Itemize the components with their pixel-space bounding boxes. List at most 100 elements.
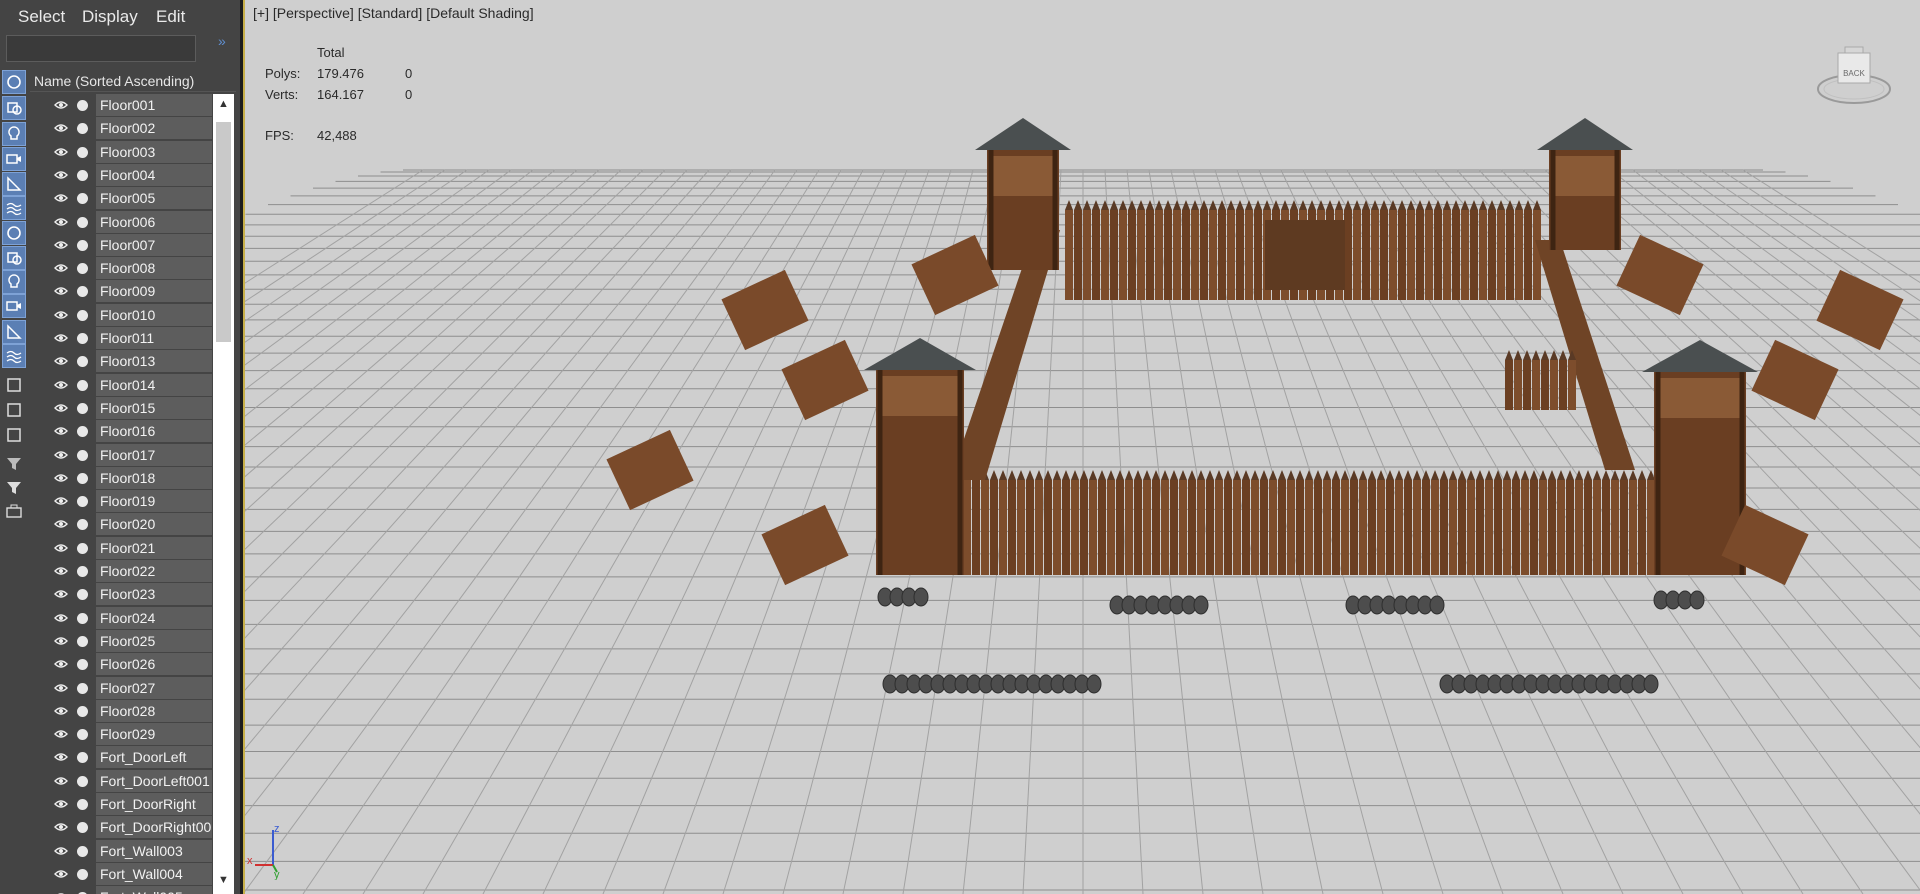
- freeze-toggle-icon[interactable]: [77, 566, 88, 577]
- visibility-eye-icon[interactable]: [54, 822, 68, 832]
- list-item[interactable]: Fort_DoorRight: [30, 793, 212, 816]
- visibility-eye-icon[interactable]: [54, 799, 68, 809]
- freeze-toggle-icon[interactable]: [77, 380, 88, 391]
- freeze-toggle-icon[interactable]: [77, 846, 88, 857]
- freeze-toggle-icon[interactable]: [77, 263, 88, 274]
- list-scrollbar[interactable]: ▲ ▼: [213, 94, 234, 894]
- freeze-toggle-icon[interactable]: [77, 217, 88, 228]
- xrefs-filter-icon[interactable]: [2, 246, 26, 270]
- visibility-eye-icon[interactable]: [54, 217, 68, 227]
- visibility-eye-icon[interactable]: [54, 333, 68, 343]
- visibility-eye-icon[interactable]: [54, 263, 68, 273]
- freeze-toggle-icon[interactable]: [77, 589, 88, 600]
- viewcube[interactable]: BACK: [1815, 45, 1893, 107]
- freeze-toggle-icon[interactable]: [77, 543, 88, 554]
- cameras-filter-icon[interactable]: [2, 147, 26, 171]
- select-all-icon[interactable]: [2, 373, 26, 397]
- freeze-toggle-icon[interactable]: [77, 799, 88, 810]
- visibility-eye-icon[interactable]: [54, 636, 68, 646]
- freeze-toggle-icon[interactable]: [77, 869, 88, 880]
- freeze-toggle-icon[interactable]: [77, 356, 88, 367]
- visibility-eye-icon[interactable]: [54, 846, 68, 856]
- freeze-toggle-icon[interactable]: [77, 613, 88, 624]
- visibility-eye-icon[interactable]: [54, 683, 68, 693]
- visibility-eye-icon[interactable]: [54, 380, 68, 390]
- freeze-toggle-icon[interactable]: [77, 636, 88, 647]
- explorer-search-input[interactable]: [6, 35, 196, 62]
- freeze-toggle-icon[interactable]: [77, 333, 88, 344]
- list-item[interactable]: Floor021: [30, 537, 212, 560]
- visibility-eye-icon[interactable]: [54, 286, 68, 296]
- list-item[interactable]: Floor003: [30, 141, 212, 164]
- list-item[interactable]: Floor005: [30, 187, 212, 210]
- list-item[interactable]: Floor017: [30, 444, 212, 467]
- viewport-plus-menu[interactable]: [+]: [253, 5, 269, 21]
- visibility-eye-icon[interactable]: [54, 356, 68, 366]
- list-item[interactable]: Floor006: [30, 211, 212, 234]
- list-item[interactable]: Floor022: [30, 560, 212, 583]
- list-item[interactable]: Floor026: [30, 653, 212, 676]
- viewport-scene[interactable]: [245, 0, 1920, 894]
- geometry-filter-icon[interactable]: [2, 70, 26, 94]
- lights-filter-icon[interactable]: [2, 122, 26, 146]
- visibility-eye-icon[interactable]: [54, 100, 68, 110]
- visibility-eye-icon[interactable]: [54, 729, 68, 739]
- freeze-toggle-icon[interactable]: [77, 450, 88, 461]
- freeze-toggle-icon[interactable]: [77, 403, 88, 414]
- filter-funnel-icon[interactable]: [2, 452, 26, 476]
- list-item[interactable]: Floor015: [30, 397, 212, 420]
- freeze-toggle-icon[interactable]: [77, 496, 88, 507]
- list-item[interactable]: Floor008: [30, 257, 212, 280]
- shapes-filter-icon[interactable]: [2, 96, 26, 120]
- visibility-eye-icon[interactable]: [54, 869, 68, 879]
- freeze-toggle-icon[interactable]: [77, 310, 88, 321]
- freeze-toggle-icon[interactable]: [77, 706, 88, 717]
- display-filter-icon[interactable]: [2, 476, 26, 500]
- freeze-toggle-icon[interactable]: [77, 426, 88, 437]
- expand-toolbar-icon[interactable]: »: [218, 33, 226, 49]
- list-item[interactable]: Fort_DoorLeft001: [30, 770, 212, 793]
- freeze-toggle-icon[interactable]: [77, 776, 88, 787]
- list-item[interactable]: Floor029: [30, 723, 212, 746]
- freeze-toggle-icon[interactable]: [77, 240, 88, 251]
- list-item[interactable]: Fort_Wall003: [30, 840, 212, 863]
- visibility-eye-icon[interactable]: [54, 519, 68, 529]
- column-header-name[interactable]: Name (Sorted Ascending): [30, 70, 236, 92]
- list-item[interactable]: Fort_DoorLeft: [30, 746, 212, 769]
- visibility-eye-icon[interactable]: [54, 589, 68, 599]
- visibility-eye-icon[interactable]: [54, 776, 68, 786]
- menu-display[interactable]: Display: [82, 7, 138, 27]
- visibility-eye-icon[interactable]: [54, 147, 68, 157]
- list-item[interactable]: Floor024: [30, 607, 212, 630]
- groups-filter-icon[interactable]: [2, 221, 26, 245]
- list-item[interactable]: Floor002: [30, 117, 212, 140]
- menu-edit[interactable]: Edit: [156, 7, 185, 27]
- freeze-toggle-icon[interactable]: [77, 147, 88, 158]
- list-item[interactable]: Floor009: [30, 280, 212, 303]
- visibility-eye-icon[interactable]: [54, 450, 68, 460]
- list-item[interactable]: Floor028: [30, 700, 212, 723]
- list-item[interactable]: Fort_DoorRight00: [30, 816, 212, 839]
- list-item[interactable]: Floor011: [30, 327, 212, 350]
- list-item[interactable]: Fort_Wall004: [30, 863, 212, 886]
- visibility-eye-icon[interactable]: [54, 566, 68, 576]
- list-item[interactable]: Fort_Wall005: [30, 886, 212, 894]
- freeze-toggle-icon[interactable]: [77, 170, 88, 181]
- perspective-viewport[interactable]: [+] [Perspective] [Standard] [Default Sh…: [243, 0, 1920, 894]
- visibility-eye-icon[interactable]: [54, 613, 68, 623]
- bones-filter-icon[interactable]: [2, 270, 26, 294]
- visibility-eye-icon[interactable]: [54, 403, 68, 413]
- list-item[interactable]: Floor010: [30, 304, 212, 327]
- freeze-toggle-icon[interactable]: [77, 659, 88, 670]
- viewport-shading-menu[interactable]: [Default Shading]: [426, 5, 533, 21]
- freeze-toggle-icon[interactable]: [77, 473, 88, 484]
- freeze-toggle-icon[interactable]: [77, 683, 88, 694]
- visibility-eye-icon[interactable]: [54, 426, 68, 436]
- visibility-eye-icon[interactable]: [54, 706, 68, 716]
- spacewarps-filter-icon[interactable]: [2, 196, 26, 220]
- visibility-eye-icon[interactable]: [54, 170, 68, 180]
- list-item[interactable]: Floor004: [30, 164, 212, 187]
- freeze-toggle-icon[interactable]: [77, 123, 88, 134]
- list-item[interactable]: Floor016: [30, 420, 212, 443]
- visibility-eye-icon[interactable]: [54, 123, 68, 133]
